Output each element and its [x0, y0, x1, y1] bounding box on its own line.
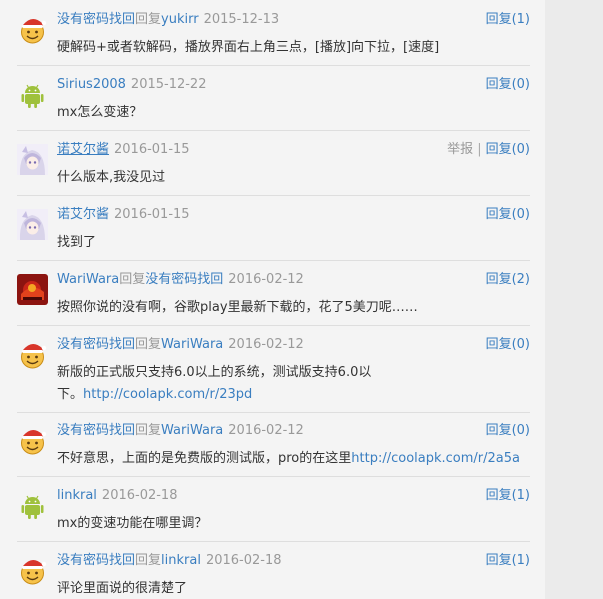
santa-emoji-avatar[interactable] [17, 425, 48, 456]
comment-actions: 回复(2) [486, 272, 530, 288]
comment-meta: 没有密码找回回复linkral 2016-02-18 [57, 553, 282, 569]
comment-meta: WariWara回复没有密码找回 2016-02-12 [57, 272, 304, 288]
reply-word: 回复 [135, 337, 162, 352]
username-link[interactable]: WariWara [57, 272, 119, 287]
username-link[interactable]: 没有密码找回 [57, 337, 135, 352]
comment-text-line: 新版的正式版只支持6.0以上的系统，测试版支持6.0以 [57, 365, 372, 380]
divider [17, 541, 530, 542]
comment-actions: 回复(1) [486, 553, 530, 569]
divider [17, 325, 530, 326]
reply-button[interactable]: 回复(1) [486, 488, 530, 503]
comment-text: 评论里面说的很清楚了 [57, 581, 188, 596]
android-robot-avatar[interactable] [17, 490, 48, 521]
report-button[interactable]: 举报 [447, 142, 473, 157]
reply-button[interactable]: 回复(0) [486, 142, 530, 157]
divider [17, 195, 530, 196]
comment-text: 不好意思，上面的是免费版的测试版，pro的在这里http://coolapk.c… [57, 448, 527, 470]
divider [17, 130, 530, 131]
comments-panel: 没有密码找回回复yukirr 2015-12-13 回复(1) 硬解码+或者软解码… [0, 0, 545, 599]
reply-to-username-link[interactable]: yukirr [161, 12, 199, 27]
comment-date: 2016-02-12 [228, 272, 304, 287]
comment-actions: 举报 | 回复(0) [447, 142, 530, 158]
comment-text: 硬解码+或者软解码，播放界面右上角三点，[播放]向下拉，[速度] [57, 40, 440, 55]
comment-text: 按照你说的没有啊，谷歌play里最新下载的，花了5美刀呢…… [57, 300, 418, 315]
comment-date: 2016-02-12 [228, 423, 304, 438]
reply-button[interactable]: 回复(1) [486, 12, 530, 27]
comment-actions: 回复(1) [486, 488, 530, 504]
comment-meta: 没有密码找回回复WariWara 2016-02-12 [57, 337, 304, 353]
comment-text: mx的变速功能在哪里调？ [57, 516, 208, 531]
comment-text-prefix: 下。 [57, 387, 84, 402]
comment-text: 新版的正式版只支持6.0以上的系统，测试版支持6.0以 下。http://coo… [57, 362, 397, 406]
comment-date: 2016-02-12 [228, 337, 304, 352]
comment-actions: 回复(0) [486, 207, 530, 223]
username-link[interactable]: 没有密码找回 [57, 423, 135, 438]
coolapk-link[interactable]: http://coolapk.com/r/23pd [83, 387, 252, 402]
comment-date: 2016-01-15 [114, 142, 190, 157]
username-link[interactable]: 没有密码找回 [57, 12, 135, 27]
red-game-avatar[interactable] [17, 274, 48, 305]
reply-to-username-link[interactable]: WariWara [161, 337, 223, 352]
comment-text: mx怎么变速？ [57, 105, 143, 120]
divider [17, 65, 530, 66]
comment-actions: 回复(1) [486, 12, 530, 28]
reply-button[interactable]: 回复(0) [486, 337, 530, 352]
comment-actions: 回复(0) [486, 337, 530, 353]
username-link[interactable]: 没有密码找回 [57, 553, 135, 568]
anime-girl-avatar[interactable] [17, 144, 48, 175]
comment-meta: 诺艾尔酱 2016-01-15 [57, 142, 190, 158]
comment-meta: 没有密码找回回复yukirr 2015-12-13 [57, 12, 279, 28]
comment-text-prefix: 不好意思，上面的是免费版的测试版，pro的在这里 [57, 451, 352, 466]
reply-button[interactable]: 回复(0) [486, 423, 530, 438]
android-robot-avatar[interactable] [17, 79, 48, 110]
reply-button[interactable]: 回复(2) [486, 272, 530, 287]
reply-to-username-link[interactable]: WariWara [161, 423, 223, 438]
comment-meta: 没有密码找回回复WariWara 2016-02-12 [57, 423, 304, 439]
comment-date: 2015-12-22 [130, 77, 207, 92]
coolapk-link[interactable]: http://coolapk.com/r/2a5a [351, 451, 520, 466]
comment-date: 2016-02-18 [205, 553, 282, 568]
comment-date: 2015-12-13 [203, 12, 280, 27]
reply-word: 回复 [135, 553, 162, 568]
comment-actions: 回复(0) [486, 77, 530, 93]
reply-to-username-link[interactable]: linkral [161, 553, 201, 568]
santa-emoji-avatar[interactable] [17, 14, 48, 45]
reply-word: 回复 [119, 272, 146, 287]
comment-date: 2016-01-15 [114, 207, 190, 222]
reply-word: 回复 [135, 423, 162, 438]
anime-girl-avatar[interactable] [17, 209, 48, 240]
comment-text-line: 下。http://coolapk.com/r/23pd [57, 384, 397, 406]
username-link[interactable]: linkral [57, 488, 97, 503]
comment-actions: 回复(0) [486, 423, 530, 439]
comment-meta: Sirius2008 2015-12-22 [57, 77, 206, 93]
comment-date: 2016-02-18 [101, 488, 178, 503]
reply-to-username-link[interactable]: 没有密码找回 [145, 272, 223, 287]
divider [17, 476, 530, 477]
comment-text: 什么版本,我没见过 [57, 170, 166, 185]
comment-meta: 诺艾尔酱 2016-01-15 [57, 207, 190, 223]
santa-emoji-avatar[interactable] [17, 339, 48, 370]
divider [17, 260, 530, 261]
reply-button[interactable]: 回复(0) [486, 77, 530, 92]
comment-meta: linkral 2016-02-18 [57, 488, 177, 504]
comment-text: 找到了 [57, 235, 97, 250]
reply-word: 回复 [135, 12, 162, 27]
username-link[interactable]: 诺艾尔酱 [57, 142, 109, 157]
username-link[interactable]: 诺艾尔酱 [57, 207, 109, 222]
reply-button[interactable]: 回复(0) [486, 207, 530, 222]
reply-button[interactable]: 回复(1) [486, 553, 530, 568]
username-link[interactable]: Sirius2008 [57, 77, 126, 92]
divider [17, 412, 530, 413]
action-separator: | [477, 142, 482, 157]
santa-emoji-avatar[interactable] [17, 555, 48, 586]
